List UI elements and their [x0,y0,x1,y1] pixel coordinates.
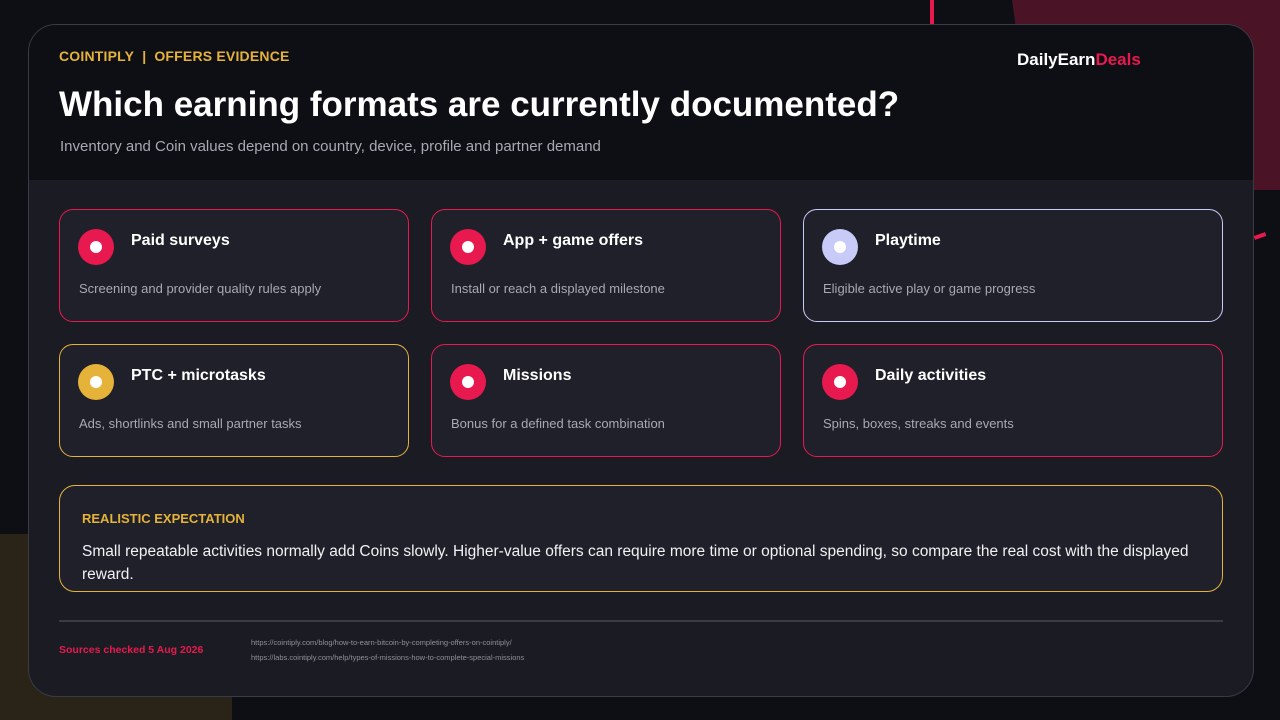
source-link[interactable]: https://labs.cointiply.com/help/types-of… [251,653,524,662]
card-description: Spins, boxes, streaks and events [823,416,1014,431]
format-card-missions: Missions Bonus for a defined task combin… [431,344,781,457]
bullet-icon [450,229,486,265]
card-description: Screening and provider quality rules app… [79,281,322,296]
slide-panel: COINTIPLY | OFFERS EVIDENCE DailyEarnDeals… [28,24,1254,697]
slide-header: COINTIPLY | OFFERS EVIDENCE DailyEarnDeals… [29,25,1253,180]
card-title: PTC + microtasks [131,367,266,384]
bullet-icon [450,364,486,400]
eyebrow-topic: OFFERS EVIDENCE [154,48,290,64]
callout-label: REALISTIC EXPECTATION [82,511,245,526]
eyebrow-separator: | [142,48,147,64]
page-title: Which earning formats are currently docu… [59,85,900,124]
card-description: Ads, shortlinks and small partner tasks [79,416,302,431]
bullet-icon [822,364,858,400]
card-description: Install or reach a displayed milestone [451,281,665,296]
card-title: Daily activities [875,367,987,384]
card-title: Missions [503,367,572,384]
decorative-accent-line [1253,232,1267,240]
format-card-daily-activities: Daily activities Spins, boxes, streaks a… [803,344,1223,457]
brand-logo: DailyEarnDeals [1017,50,1141,70]
bullet-icon [78,364,114,400]
callout-text: Small repeatable activities normally add… [82,543,1189,583]
card-description: Bonus for a defined task combination [451,416,665,431]
eyebrow-brand: COINTIPLY [59,48,135,64]
expectation-callout: REALISTIC EXPECTATION Small repeatable a… [59,485,1223,592]
bullet-icon [822,229,858,265]
card-description: Eligible active play or game progress [823,281,1036,296]
format-card-app-game-offers: App + game offers Install or reach a dis… [431,209,781,322]
decorative-accent-line [930,0,934,24]
sources-label: Sources checked 5 Aug 2026 [59,644,204,656]
page-subtitle: Inventory and Coin values depend on coun… [60,138,601,155]
source-link[interactable]: https://cointiply.com/blog/how-to-earn-b… [251,638,512,647]
eyebrow: COINTIPLY | OFFERS EVIDENCE [59,48,290,64]
format-card-playtime: Playtime Eligible active play or game pr… [803,209,1223,322]
card-title: Paid surveys [131,232,230,249]
card-title: App + game offers [503,232,644,249]
divider [59,620,1223,622]
brand-accent: Deals [1095,50,1141,69]
format-card-ptc-microtasks: PTC + microtasks Ads, shortlinks and sma… [59,344,409,457]
card-title: Playtime [875,232,941,249]
brand-main: DailyEarn [1017,50,1096,69]
bullet-icon [78,229,114,265]
format-card-paid-surveys: Paid surveys Screening and provider qual… [59,209,409,322]
